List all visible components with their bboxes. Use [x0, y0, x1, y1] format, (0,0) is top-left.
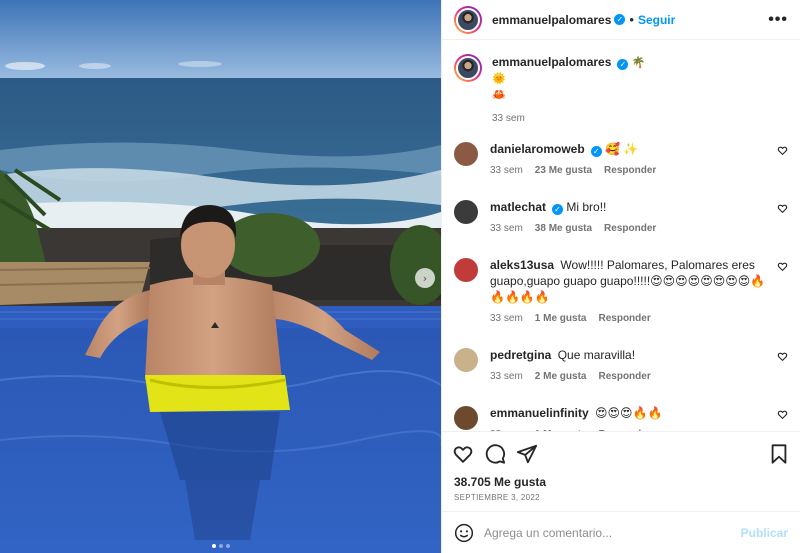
caption-avatar[interactable]: [454, 54, 482, 82]
caption-line: 🦀: [492, 88, 506, 101]
caption-time[interactable]: 33 sem: [492, 111, 525, 127]
separator-dot: •: [629, 12, 634, 27]
commenter-username[interactable]: aleks13usa: [490, 258, 554, 272]
more-options-icon[interactable]: •••: [768, 11, 788, 29]
comment-text: 🥰 ✨: [605, 142, 639, 156]
photo-illustration: [0, 0, 441, 553]
comment-likes[interactable]: 23 Me gusta: [535, 163, 592, 179]
commenter-avatar[interactable]: [454, 200, 478, 224]
caption-line: 🌞: [492, 72, 506, 85]
comment-item: pedretgina Que maravilla! 33 sem 2 Me gust…: [454, 347, 788, 385]
comment-item: danielaromoweb ✓ 🥰 ✨ 33 sem 23 Me gusta Resp…: [454, 141, 788, 179]
post-header: emmanuelpalomares ✓ • Seguir •••: [442, 0, 800, 40]
heart-icon[interactable]: [777, 261, 788, 272]
likes-count[interactable]: 38.705 Me gusta: [442, 475, 800, 491]
verified-icon: ✓: [617, 59, 629, 70]
comment-text: Mi bro!!: [566, 200, 607, 214]
bookmark-icon[interactable]: [768, 443, 790, 465]
carousel-dot: [211, 544, 216, 548]
comment-time[interactable]: 33 sem: [490, 163, 523, 179]
heart-icon[interactable]: [777, 409, 788, 420]
post-modal: › emmanuelpalomares ✓ • Seguir ••• emman…: [0, 0, 800, 553]
post-photo[interactable]: ›: [0, 0, 441, 553]
commenter-avatar[interactable]: [454, 258, 478, 282]
reply-button[interactable]: Responder: [604, 221, 656, 237]
verified-icon: ✓: [552, 204, 564, 215]
reply-button[interactable]: Responder: [598, 369, 650, 385]
caption-username[interactable]: emmanuelpalomares: [492, 55, 611, 69]
comment-rows: danielaromoweb ✓ 🥰 ✨ 33 sem 23 Me gusta Resp…: [454, 141, 788, 431]
commenter-avatar[interactable]: [454, 406, 478, 430]
comment-text: Que maravilla!: [557, 348, 636, 362]
commenter-avatar[interactable]: [454, 348, 478, 372]
post-caption: emmanuelpalomares ✓ 🌴 🌞 🦀 33 sem: [454, 54, 788, 127]
heart-icon[interactable]: [777, 203, 788, 214]
comment-time[interactable]: 33 sem: [490, 369, 523, 385]
chevron-right-icon: ›: [422, 271, 428, 285]
comment-time[interactable]: 33 sem: [490, 427, 523, 431]
heart-icon[interactable]: [452, 443, 474, 465]
commenter-username[interactable]: emmanuelinfinity: [490, 406, 589, 420]
carousel-dot: [225, 544, 230, 548]
carousel-dot: [218, 544, 223, 548]
comments-list[interactable]: emmanuelpalomares ✓ 🌴 🌞 🦀 33 sem danielar…: [442, 40, 800, 431]
comment-likes[interactable]: 1 Me gusta: [535, 311, 587, 327]
comment-time[interactable]: 33 sem: [490, 221, 523, 237]
verified-icon: ✓: [614, 14, 626, 25]
share-icon[interactable]: [516, 443, 538, 465]
caption-line: 🌴: [631, 56, 646, 69]
follow-button[interactable]: Seguir: [638, 13, 675, 27]
verified-icon: ✓: [590, 146, 602, 157]
post-date[interactable]: SEPTIEMBRE 3, 2022: [442, 491, 800, 511]
publish-button[interactable]: Publicar: [741, 526, 788, 540]
heart-icon[interactable]: [777, 145, 788, 156]
reply-button[interactable]: Responder: [604, 163, 656, 179]
heart-icon[interactable]: [777, 351, 788, 362]
comment-item: emmanuelinfinity 😍😍😍🔥🔥 33 sem 1 Me gusta Re…: [454, 405, 788, 431]
reply-button[interactable]: Responder: [598, 311, 650, 327]
comment-text: 😍😍😍🔥🔥: [595, 406, 663, 420]
comment-item: matlechat ✓ Mi bro!! 33 sem 38 Me gusta Resp…: [454, 199, 788, 237]
action-bar: [442, 431, 800, 475]
comment-input[interactable]: [484, 525, 741, 540]
comment-composer: Publicar: [442, 511, 800, 553]
commenter-username[interactable]: danielaromoweb: [490, 142, 585, 156]
comment-item: aleks13usa Wow!!!!! Palomares, Palomares…: [454, 257, 788, 327]
comment-likes[interactable]: 1 Me gusta: [535, 427, 587, 431]
comment-icon[interactable]: [484, 443, 506, 465]
reply-button[interactable]: Responder: [598, 427, 650, 431]
comment-likes[interactable]: 38 Me gusta: [535, 221, 592, 237]
commenter-username[interactable]: pedretgina: [490, 348, 551, 362]
commenter-username[interactable]: matlechat: [490, 200, 546, 214]
carousel-dots: [0, 544, 441, 548]
author-username[interactable]: emmanuelpalomares: [492, 13, 611, 27]
post-sidebar: emmanuelpalomares ✓ • Seguir ••• emmanue…: [441, 0, 800, 553]
author-avatar[interactable]: [454, 5, 482, 34]
commenter-avatar[interactable]: [454, 142, 478, 166]
comment-time[interactable]: 33 sem: [490, 311, 523, 327]
emoji-icon[interactable]: [454, 523, 474, 543]
comment-likes[interactable]: 2 Me gusta: [535, 369, 587, 385]
next-photo-button[interactable]: ›: [415, 268, 435, 288]
